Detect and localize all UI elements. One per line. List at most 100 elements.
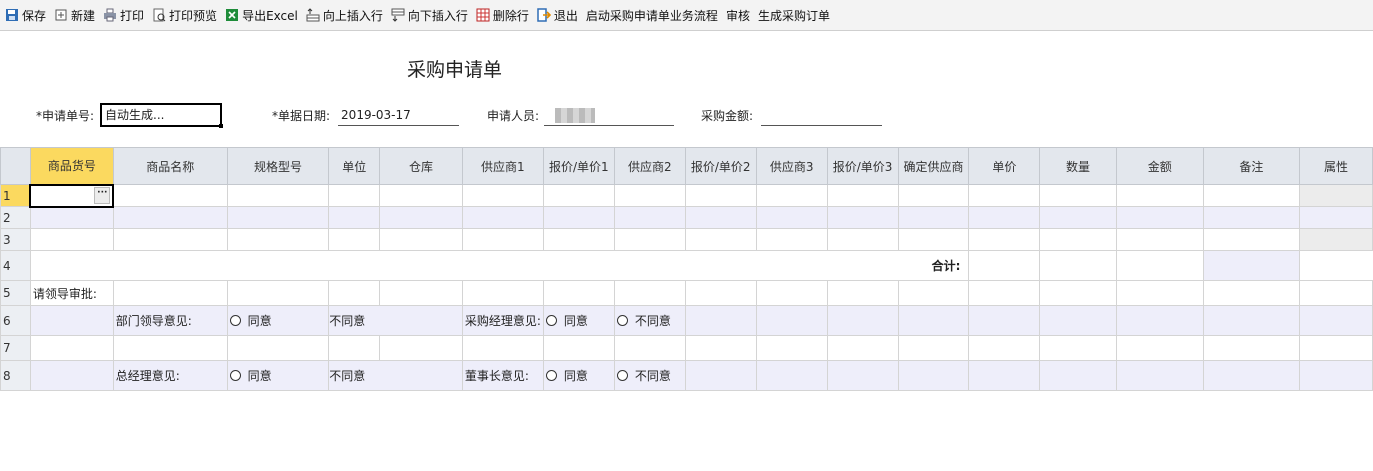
grid-cell[interactable]: [379, 280, 463, 306]
grid-cell[interactable]: [1039, 335, 1117, 361]
grid-cell[interactable]: [1039, 360, 1117, 391]
grid-cell[interactable]: [542, 184, 615, 207]
chairman-disagree-radio[interactable]: 不同意: [616, 367, 671, 384]
grid-cell[interactable]: [897, 206, 970, 229]
property-cell[interactable]: [1299, 228, 1373, 251]
grid-cell[interactable]: [826, 184, 899, 207]
col-header-property[interactable]: 属性: [1299, 147, 1373, 185]
amount-field[interactable]: [761, 104, 883, 126]
col-header-warehouse[interactable]: 仓库: [379, 147, 463, 185]
grid-cell[interactable]: [461, 206, 544, 229]
col-header-quote1[interactable]: 报价/单价1: [542, 147, 615, 185]
grid-cell[interactable]: [1202, 228, 1301, 251]
grid-cell[interactable]: [755, 228, 828, 251]
grid-cell[interactable]: [613, 228, 686, 251]
applicant-field[interactable]: [544, 104, 675, 126]
row-number[interactable]: 3: [0, 228, 31, 251]
corner-cell[interactable]: [0, 147, 31, 185]
grid-cell[interactable]: [684, 184, 757, 207]
col-header-unit[interactable]: 单位: [328, 147, 381, 185]
grid-cell[interactable]: [461, 228, 544, 251]
grid-cell[interactable]: [968, 360, 1041, 391]
property-cell[interactable]: [1299, 335, 1373, 361]
grid-cell[interactable]: [968, 335, 1041, 361]
grid-cell[interactable]: [29, 228, 114, 251]
col-header-confirmed-supplier[interactable]: 确定供应商: [897, 147, 970, 185]
total-quantity-cell[interactable]: [968, 250, 1041, 281]
grid-cell[interactable]: [379, 228, 463, 251]
grid-cell[interactable]: [968, 280, 1041, 306]
property-cell[interactable]: [1299, 360, 1373, 391]
grid-cell[interactable]: [112, 335, 228, 361]
property-cell[interactable]: [1299, 280, 1373, 306]
grid-cell[interactable]: [968, 206, 1041, 229]
grid-cell[interactable]: [684, 206, 757, 229]
delete-row-button[interactable]: 删除行: [476, 4, 529, 26]
property-cell[interactable]: [1202, 250, 1301, 281]
col-header-spec[interactable]: 规格型号: [226, 147, 330, 185]
generate-po-button[interactable]: 生成采购订单: [758, 4, 830, 26]
grid-cell[interactable]: [1039, 228, 1117, 251]
col-header-amount[interactable]: 金额: [1115, 147, 1204, 185]
grid-cell[interactable]: [613, 335, 686, 361]
grid-cell[interactable]: [684, 228, 757, 251]
grid-cell[interactable]: [897, 184, 970, 207]
grid-cell[interactable]: [1115, 335, 1204, 361]
col-header-item-no[interactable]: 商品货号: [29, 147, 114, 185]
grid-cell[interactable]: [542, 206, 615, 229]
grid-cell[interactable]: [1115, 280, 1204, 306]
grid-cell[interactable]: [226, 228, 330, 251]
print-button[interactable]: 打印: [103, 4, 144, 26]
grid-cell[interactable]: [897, 335, 970, 361]
grid-cell[interactable]: [826, 360, 899, 391]
grid-cell[interactable]: [1202, 184, 1301, 207]
col-header-item-name[interactable]: 商品名称: [112, 147, 228, 185]
col-header-quote3[interactable]: 报价/单价3: [826, 147, 899, 185]
grid-cell[interactable]: [826, 206, 899, 229]
grid-cell[interactable]: [1115, 206, 1204, 229]
col-header-supplier2[interactable]: 供应商2: [613, 147, 686, 185]
dept-disagree-radio[interactable]: 不同意: [330, 312, 366, 329]
grid-cell[interactable]: [684, 305, 757, 336]
grid-cell[interactable]: [461, 335, 544, 361]
grid-cell[interactable]: [755, 280, 828, 306]
print-preview-button[interactable]: 打印预览: [152, 4, 217, 26]
grid-cell[interactable]: [112, 228, 228, 251]
col-header-supplier1[interactable]: 供应商1: [461, 147, 544, 185]
row-number[interactable]: 4: [0, 250, 31, 281]
grid-cell[interactable]: [226, 335, 330, 361]
grid-cell[interactable]: [1115, 228, 1204, 251]
grid-cell[interactable]: [29, 335, 114, 361]
row-number[interactable]: 1: [0, 184, 31, 207]
grid-cell[interactable]: [1039, 206, 1117, 229]
grid-cell[interactable]: [226, 206, 330, 229]
grid-cell[interactable]: [897, 280, 970, 306]
pm-agree-radio[interactable]: 同意: [545, 312, 588, 329]
active-cell[interactable]: ···: [29, 183, 115, 208]
grid-cell[interactable]: [897, 360, 970, 391]
grid-cell[interactable]: [755, 206, 828, 229]
row-number[interactable]: 2: [0, 206, 31, 229]
save-button[interactable]: 保存: [5, 4, 46, 26]
total-amount-cell[interactable]: [1039, 250, 1117, 281]
grid-cell[interactable]: [379, 184, 463, 207]
start-workflow-button[interactable]: 启动采购申请单业务流程: [586, 4, 718, 26]
grid-cell[interactable]: [826, 228, 899, 251]
grid-cell[interactable]: [755, 305, 828, 336]
grid-cell[interactable]: [328, 280, 381, 306]
grid-cell[interactable]: [1202, 335, 1301, 361]
grid-cell[interactable]: [112, 184, 228, 207]
col-header-unit-price[interactable]: 单价: [968, 147, 1041, 185]
grid-cell[interactable]: [1115, 250, 1204, 281]
grid-cell[interactable]: [684, 280, 757, 306]
new-button[interactable]: 新建: [54, 4, 95, 26]
grid-cell[interactable]: [1202, 360, 1301, 391]
grid-cell[interactable]: [328, 206, 381, 229]
grid-cell[interactable]: [1202, 280, 1301, 306]
row-number[interactable]: 6: [0, 305, 31, 336]
grid-cell[interactable]: [461, 184, 544, 207]
grid-cell[interactable]: [826, 305, 899, 336]
grid-cell[interactable]: [1202, 206, 1301, 229]
grid-cell[interactable]: [1039, 305, 1117, 336]
grid-cell[interactable]: [897, 228, 970, 251]
